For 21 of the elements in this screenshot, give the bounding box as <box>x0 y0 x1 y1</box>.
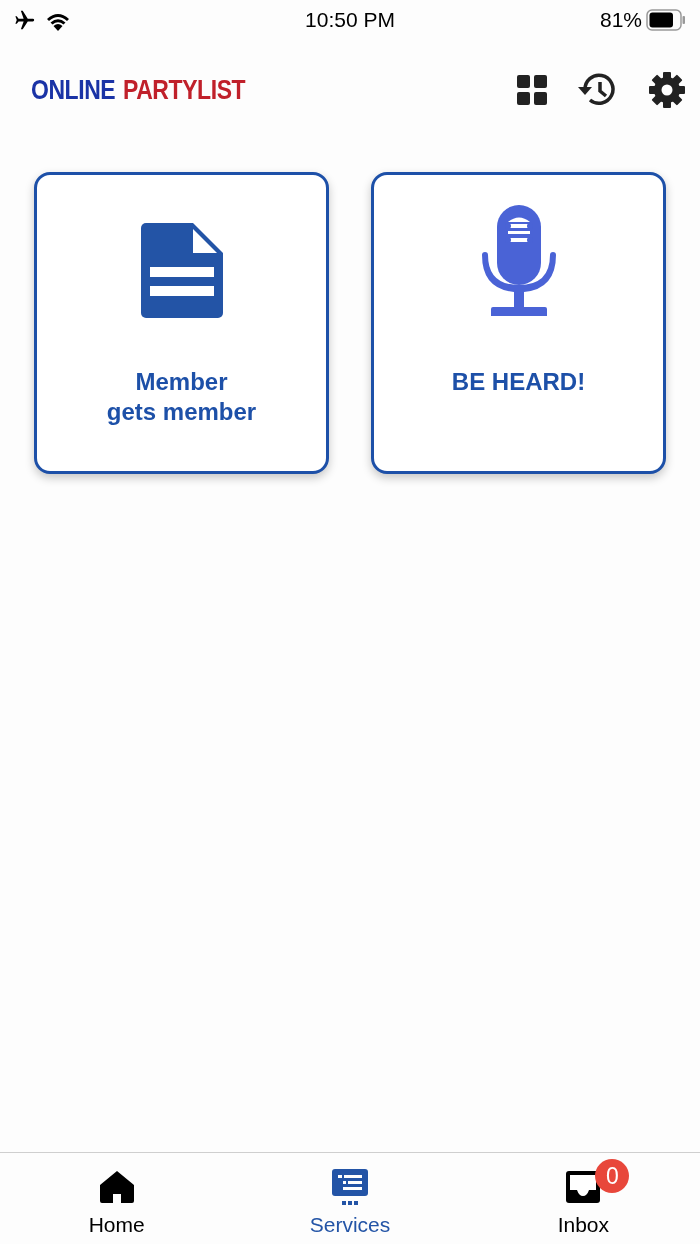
inbox-icon <box>565 1170 602 1204</box>
logo-text: PARTYLIST <box>122 74 245 106</box>
battery-icon <box>646 9 686 31</box>
count-badge: 0 <box>595 1159 630 1193</box>
card-label: BE HEARD! <box>451 367 586 397</box>
card-label: Member gets member <box>106 367 257 427</box>
services-icon <box>331 1168 369 1206</box>
tab-item[interactable]: Home <box>0 1153 234 1244</box>
document-icon <box>140 223 223 319</box>
airplane-icon <box>14 9 36 31</box>
status-time: 10:50 PM <box>305 8 395 32</box>
tab-item[interactable]: 0 Inbox <box>466 1153 700 1244</box>
logo-text: ONLINE <box>31 74 116 106</box>
battery-percent: 81% <box>599 8 642 32</box>
home-icon <box>98 1170 135 1204</box>
settings-icon[interactable] <box>648 71 686 109</box>
tab-item[interactable]: Services <box>233 1153 467 1244</box>
service-card[interactable]: Member gets member <box>34 172 329 474</box>
grid-icon[interactable] <box>516 74 548 106</box>
service-card[interactable]: BE HEARD! <box>371 172 666 474</box>
history-icon[interactable] <box>578 72 618 108</box>
